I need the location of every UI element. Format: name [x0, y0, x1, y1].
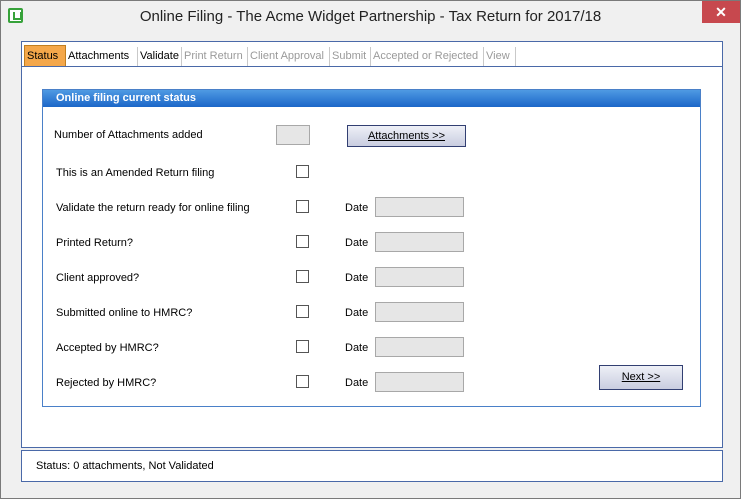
submitted-date-field: [375, 302, 464, 322]
client-approved-checkbox[interactable]: [296, 270, 309, 283]
tab-validate[interactable]: Validate: [138, 47, 182, 66]
validate-checkbox[interactable]: [296, 200, 309, 213]
close-button[interactable]: ✕: [702, 1, 740, 23]
filing-status-group: Online filing current status Number of A…: [42, 89, 701, 407]
rejected-date-label: Date: [345, 377, 369, 389]
amended-return-checkbox[interactable]: [296, 165, 309, 178]
tab-print-return[interactable]: Print Return: [182, 47, 248, 66]
attachments-count-field: [276, 125, 310, 145]
accepted-date-field: [375, 337, 464, 357]
tab-client-approval[interactable]: Client Approval: [248, 47, 330, 66]
submitted-checkbox[interactable]: [296, 305, 309, 318]
next-button[interactable]: Next >>: [599, 365, 683, 390]
validate-date-field: [375, 197, 464, 217]
printed-date-field: [375, 232, 464, 252]
status-text: Status: 0 attachments, Not Validated: [36, 460, 214, 472]
tab-control: Status Attachments Validate Print Return…: [21, 41, 723, 448]
tab-submit[interactable]: Submit: [330, 47, 371, 66]
rejected-label: Rejected by HMRC?: [56, 377, 157, 389]
rejected-checkbox[interactable]: [296, 375, 309, 388]
online-filing-window: Online Filing - The Acme Widget Partners…: [0, 0, 741, 499]
submitted-date-label: Date: [345, 307, 369, 319]
validate-date-label: Date: [345, 202, 369, 214]
printed-return-checkbox[interactable]: [296, 235, 309, 248]
printed-date-label: Date: [345, 237, 369, 249]
tab-status[interactable]: Status: [24, 45, 66, 66]
window-title: Online Filing - The Acme Widget Partners…: [139, 8, 602, 25]
approved-date-field: [375, 267, 464, 287]
accepted-date-label: Date: [345, 342, 369, 354]
tab-accepted-or-rejected[interactable]: Accepted or Rejected: [371, 47, 484, 66]
accepted-label: Accepted by HMRC?: [56, 342, 159, 354]
printed-return-label: Printed Return?: [56, 237, 134, 249]
title-bar: Online Filing - The Acme Widget Partners…: [1, 1, 740, 31]
approved-date-label: Date: [345, 272, 369, 284]
client-approved-label: Client approved?: [56, 272, 140, 284]
tab-strip: Status Attachments Validate Print Return…: [22, 42, 722, 67]
attachments-count-label: Number of Attachments added: [54, 129, 203, 141]
status-bar: Status: 0 attachments, Not Validated: [21, 450, 723, 482]
accepted-checkbox[interactable]: [296, 340, 309, 353]
tab-attachments[interactable]: Attachments: [66, 47, 138, 66]
attachments-button[interactable]: Attachments >>: [347, 125, 466, 147]
tab-view[interactable]: View: [484, 47, 516, 66]
group-header: Online filing current status: [43, 90, 700, 107]
validate-label: Validate the return ready for online fil…: [56, 202, 250, 214]
submitted-label: Submitted online to HMRC?: [56, 307, 193, 319]
rejected-date-field: [375, 372, 464, 392]
amended-return-label: This is an Amended Return filing: [56, 167, 215, 179]
